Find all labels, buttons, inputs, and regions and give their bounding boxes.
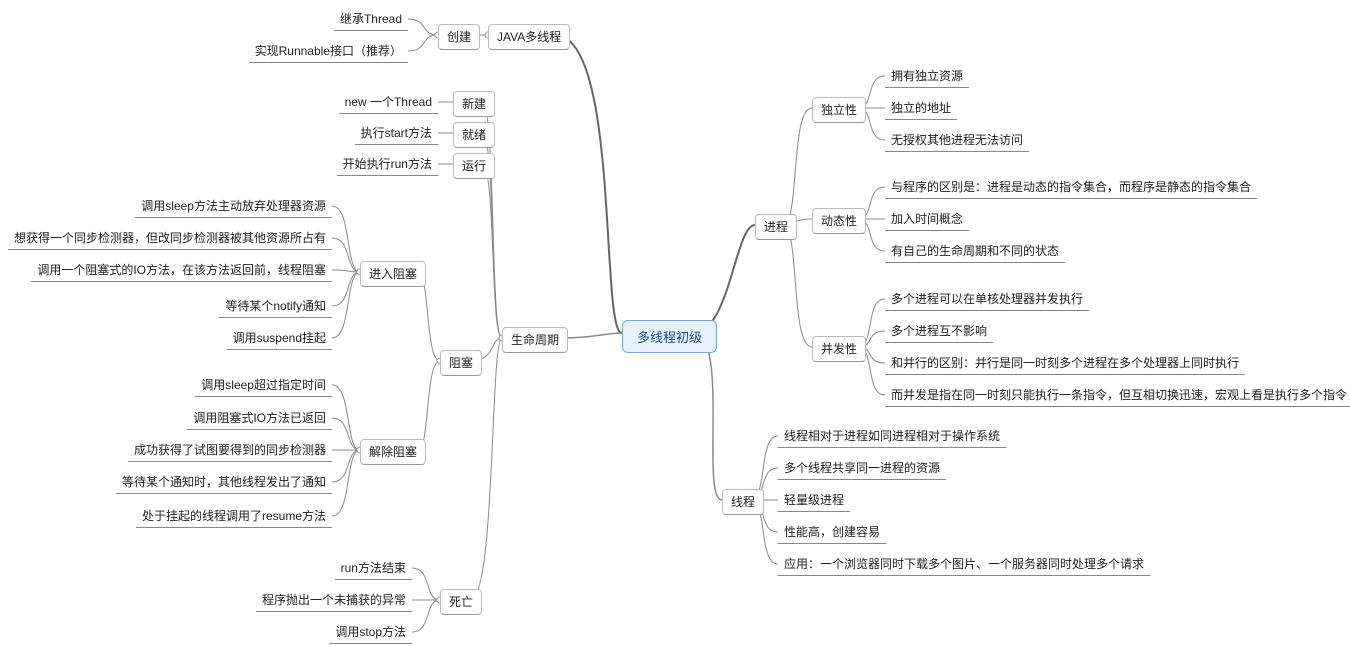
node-dynamism[interactable]: 动态性 — [812, 208, 866, 234]
leaf-thread-2: 轻量级进程 — [778, 489, 850, 512]
leaf-thread-4: 应用：一个浏览器同时下载多个图片、一个服务器同时处理多个请求 — [778, 553, 1150, 576]
node-new[interactable]: 新建 — [453, 91, 495, 117]
leaf-dead-1: 程序抛出一个未捕获的异常 — [256, 589, 412, 612]
leaf-dead-0: run方法结束 — [335, 557, 412, 580]
leaf-thread-1: 多个线程共享同一进程的资源 — [778, 457, 946, 480]
leaf-dynamism-1: 加入时间概念 — [885, 208, 969, 231]
leaf-run: 开始执行run方法 — [337, 153, 438, 176]
node-exit-block[interactable]: 解除阻塞 — [360, 439, 426, 465]
leaf-new: new 一个Thread — [339, 91, 438, 114]
node-create[interactable]: 创建 — [438, 24, 480, 50]
leaf-concurrency-1: 多个进程互不影响 — [885, 320, 993, 343]
leaf-concurrency-0: 多个进程可以在单核处理器并发执行 — [885, 288, 1089, 311]
node-independence[interactable]: 独立性 — [812, 97, 866, 123]
leaf-enter-3: 等待某个notify通知 — [219, 295, 332, 318]
leaf-dynamism-0: 与程序的区别是：进程是动态的指令集合，而程序是静态的指令集合 — [885, 176, 1257, 199]
node-ready[interactable]: 就绪 — [453, 122, 495, 148]
leaf-ready: 执行start方法 — [355, 122, 438, 145]
leaf-enter-0: 调用sleep方法主动放弃处理器资源 — [135, 195, 332, 218]
leaf-create-1: 实现Runnable接口（推荐） — [249, 40, 408, 63]
root-node[interactable]: 多线程初级 — [622, 320, 717, 353]
leaf-dynamism-2: 有自己的生命周期和不同的状态 — [885, 240, 1065, 263]
node-concurrency[interactable]: 并发性 — [812, 336, 866, 362]
leaf-exit-4: 处于挂起的线程调用了resume方法 — [136, 505, 332, 528]
leaf-dead-2: 调用stop方法 — [329, 621, 412, 644]
node-thread[interactable]: 线程 — [722, 489, 764, 515]
node-java[interactable]: JAVA多线程 — [488, 24, 570, 50]
leaf-exit-0: 调用sleep超过指定时间 — [195, 374, 332, 397]
node-enter-block[interactable]: 进入阻塞 — [360, 261, 426, 287]
node-block[interactable]: 阻塞 — [440, 350, 482, 376]
leaf-thread-0: 线程相对于进程如同进程相对于操作系统 — [778, 425, 1006, 448]
leaf-concurrency-3: 而并发是指在同一时刻只能执行一条指令，但互相切换迅速，宏观上看是执行多个指令 — [885, 384, 1350, 407]
leaf-enter-2: 调用一个阻塞式的IO方法，在该方法返回前，线程阻塞 — [31, 259, 332, 282]
leaf-independence-2: 无授权其他进程无法访问 — [885, 129, 1029, 152]
node-process[interactable]: 进程 — [755, 214, 797, 240]
leaf-thread-3: 性能高，创建容易 — [778, 521, 886, 544]
leaf-independence-0: 拥有独立资源 — [885, 65, 969, 88]
leaf-independence-1: 独立的地址 — [885, 97, 957, 120]
node-dead[interactable]: 死亡 — [440, 589, 482, 615]
leaf-concurrency-2: 和并行的区别：并行是同一时刻多个进程在多个处理器上同时执行 — [885, 352, 1245, 375]
leaf-exit-2: 成功获得了试图要得到的同步检测器 — [128, 439, 332, 462]
leaf-exit-3: 等待某个通知时，其他线程发出了通知 — [116, 471, 332, 494]
leaf-enter-1: 想获得一个同步检测器，但改同步检测器被其他资源所占有 — [8, 227, 332, 250]
node-run[interactable]: 运行 — [453, 153, 495, 179]
node-lifecycle[interactable]: 生命周期 — [502, 327, 568, 353]
leaf-exit-1: 调用阻塞式IO方法已返回 — [187, 407, 332, 430]
leaf-create-0: 继承Thread — [334, 8, 408, 31]
leaf-enter-4: 调用suspend挂起 — [227, 327, 332, 350]
